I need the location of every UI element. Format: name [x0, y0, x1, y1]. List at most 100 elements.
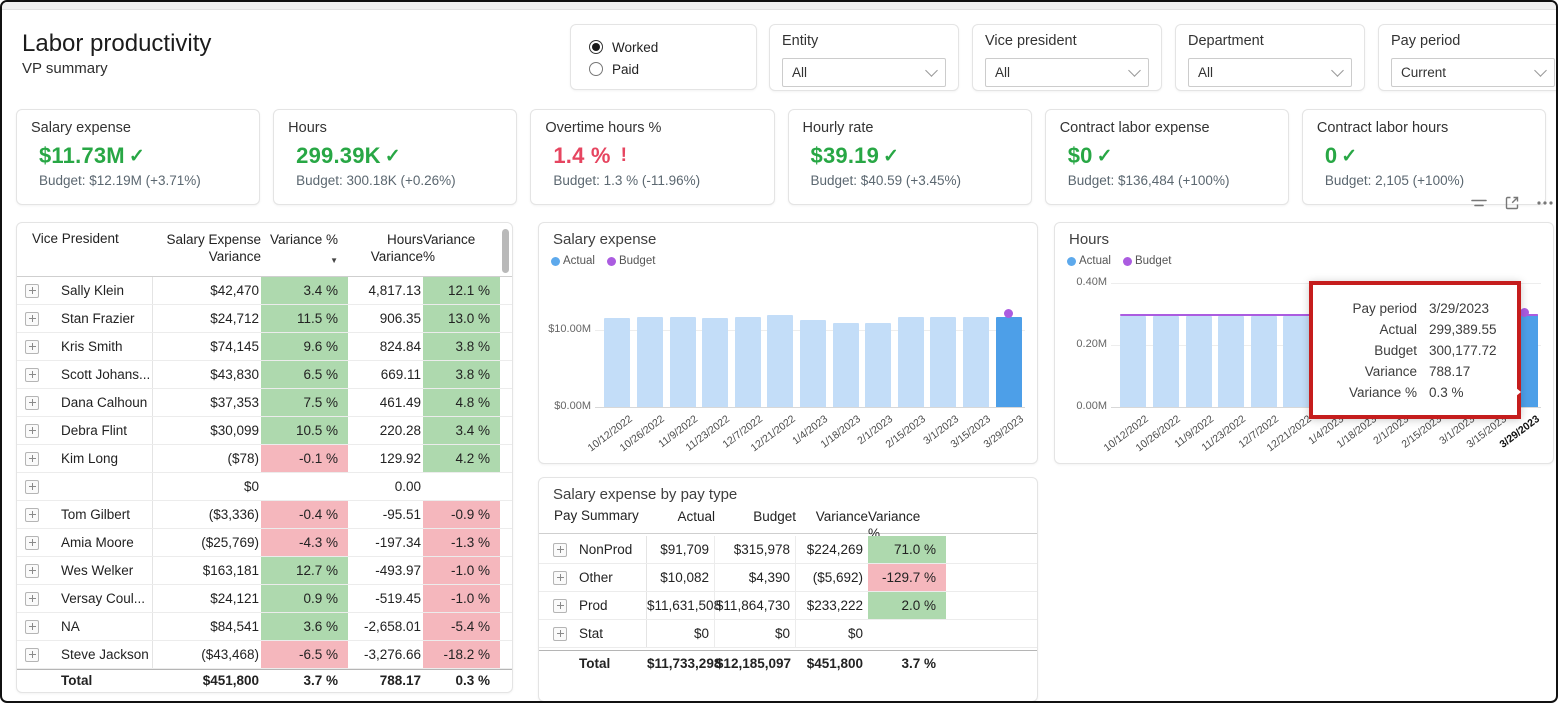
- filter-department-select[interactable]: All: [1188, 58, 1352, 87]
- filter-pay-period-select[interactable]: Current: [1391, 58, 1555, 87]
- kpi-value: $39.19: [811, 143, 880, 169]
- expand-row-icon[interactable]: [553, 599, 567, 613]
- radio-worked[interactable]: Worked: [589, 36, 738, 58]
- filter-vp-value: All: [995, 65, 1010, 80]
- kpi-value: $11.73M: [39, 143, 125, 169]
- col-header-variance-pct-salary[interactable]: Variance % ▼: [261, 231, 348, 276]
- expand-row-icon[interactable]: [553, 627, 567, 641]
- legend-item[interactable]: Actual: [1067, 255, 1111, 267]
- actual-bar[interactable]: [865, 323, 891, 407]
- expand-row-icon[interactable]: [553, 571, 567, 585]
- salary-chart-legend: Actual Budget: [551, 255, 655, 267]
- vp-total-row: Total$451,8003.7 %788.170.3 %: [17, 669, 512, 692]
- actual-bar[interactable]: [1120, 316, 1146, 407]
- expand-row-icon[interactable]: [25, 396, 39, 410]
- alert-icon: !: [621, 145, 627, 167]
- page-title: Labor productivity: [22, 30, 211, 58]
- actual-bar[interactable]: [800, 320, 826, 407]
- filter-pay-period-label: Pay period: [1391, 33, 1555, 49]
- legend-label: Actual: [563, 255, 595, 267]
- expand-row-icon[interactable]: [25, 508, 39, 522]
- legend-item[interactable]: Budget: [1123, 255, 1171, 267]
- col-header-hours-variance[interactable]: Hours Variance: [348, 231, 423, 276]
- salary-variance-cell: $42,470: [153, 277, 261, 304]
- kpi-value-row: 1.4 %!: [553, 143, 759, 169]
- vp-expand-cell: [25, 613, 53, 640]
- vp-table-row: Debra Flint$30,09910.5 %220.283.4 %: [17, 417, 512, 445]
- filter-department-value: All: [1198, 65, 1213, 80]
- legend-item[interactable]: Actual: [551, 255, 595, 267]
- expand-row-icon[interactable]: [25, 592, 39, 606]
- pay-expand-cell: [547, 564, 571, 591]
- legend-dot-icon: [607, 257, 616, 266]
- expand-row-icon[interactable]: [25, 564, 39, 578]
- open-external-icon[interactable]: [1504, 195, 1520, 211]
- actual-bar[interactable]: [1153, 316, 1179, 407]
- hours-variance-pct-cell: 12.1 %: [423, 277, 500, 304]
- radio-paid-label: Paid: [612, 62, 639, 77]
- vp-table-header: Vice President Salary Expense Variance V…: [17, 223, 512, 277]
- actual-bar[interactable]: [767, 315, 793, 407]
- expand-row-icon[interactable]: [25, 480, 39, 494]
- expand-row-icon[interactable]: [25, 340, 39, 354]
- pay-actual-cell: $11,631,508: [647, 592, 715, 619]
- filter-entity-select[interactable]: All: [782, 58, 946, 87]
- y-axis-label: $10.00M: [543, 323, 591, 335]
- col-header-vice-president[interactable]: Vice President: [25, 231, 153, 276]
- salary-variance-pct-cell: 10.5 %: [261, 417, 348, 444]
- kpi-value: $0: [1068, 143, 1093, 169]
- vp-table-row: Wes Welker$163,18112.7 %-493.97-1.0 %: [17, 557, 512, 585]
- col-header-salary-expense-variance[interactable]: Salary Expense Variance: [153, 231, 261, 276]
- kpi-card: Contract labor expense$0✓Budget: $136,48…: [1045, 109, 1289, 205]
- expand-row-icon[interactable]: [25, 424, 39, 438]
- kpi-budget-line: Budget: 2,105 (+100%): [1325, 173, 1531, 188]
- col-header-variance-pct-hours[interactable]: Variance %: [423, 231, 500, 276]
- pay-variance-cell: $233,222: [796, 592, 868, 619]
- actual-bar[interactable]: [996, 317, 1022, 407]
- expand-row-icon[interactable]: [25, 620, 39, 634]
- actual-bar[interactable]: [735, 317, 761, 407]
- vp-total-label: Total: [53, 670, 153, 692]
- vp-name-cell: Stan Frazier: [53, 305, 153, 332]
- actual-bar[interactable]: [702, 318, 728, 407]
- hours-chart-title: Hours: [1069, 231, 1109, 248]
- actual-bar[interactable]: [604, 318, 630, 407]
- expand-row-icon[interactable]: [25, 648, 39, 662]
- sort-desc-icon[interactable]: ▼: [330, 252, 338, 269]
- legend-item[interactable]: Budget: [607, 255, 655, 267]
- kpi-card: Hours299.39K✓Budget: 300.18K (+0.26%): [273, 109, 517, 205]
- filter-icon[interactable]: [1470, 196, 1488, 210]
- pay-variance-pct-cell: -129.7 %: [868, 564, 946, 591]
- vp-name-cell: Versay Coul...: [53, 585, 153, 612]
- kpi-value-row: $39.19✓: [811, 143, 1017, 169]
- actual-bar[interactable]: [1218, 316, 1244, 407]
- actual-bar[interactable]: [833, 323, 859, 407]
- expand-row-icon[interactable]: [25, 536, 39, 550]
- filter-vp-select[interactable]: All: [985, 58, 1149, 87]
- hours-variance-pct-cell: 4.2 %: [423, 445, 500, 472]
- actual-bar[interactable]: [1186, 316, 1212, 407]
- actual-bar[interactable]: [930, 317, 956, 407]
- more-options-icon[interactable]: [1536, 200, 1554, 206]
- actual-bar[interactable]: [1251, 316, 1277, 407]
- actual-bar[interactable]: [637, 317, 663, 407]
- actual-bar[interactable]: [670, 317, 696, 407]
- vertical-scrollbar-thumb[interactable]: [502, 229, 509, 273]
- y-axis-label: 0.00M: [1059, 400, 1107, 412]
- expand-row-icon[interactable]: [553, 543, 567, 557]
- expand-row-icon[interactable]: [25, 284, 39, 298]
- pay-variance-cell: ($5,692): [796, 564, 868, 591]
- expand-row-icon[interactable]: [25, 312, 39, 326]
- hours-variance-cell: -519.45: [348, 585, 423, 612]
- actual-bar[interactable]: [1283, 316, 1309, 407]
- radio-paid[interactable]: Paid: [589, 58, 738, 80]
- actual-bar[interactable]: [898, 317, 924, 407]
- next-arrow-icon[interactable]: [1510, 383, 1521, 401]
- actual-bar[interactable]: [963, 317, 989, 407]
- expand-row-icon[interactable]: [25, 452, 39, 466]
- chevron-down-icon: [1331, 64, 1344, 77]
- expand-row-icon[interactable]: [25, 368, 39, 382]
- page-header: Labor productivity VP summary: [22, 30, 211, 77]
- pay-actual-cell: $10,082: [647, 564, 715, 591]
- y-axis-label: $0.00M: [543, 400, 591, 412]
